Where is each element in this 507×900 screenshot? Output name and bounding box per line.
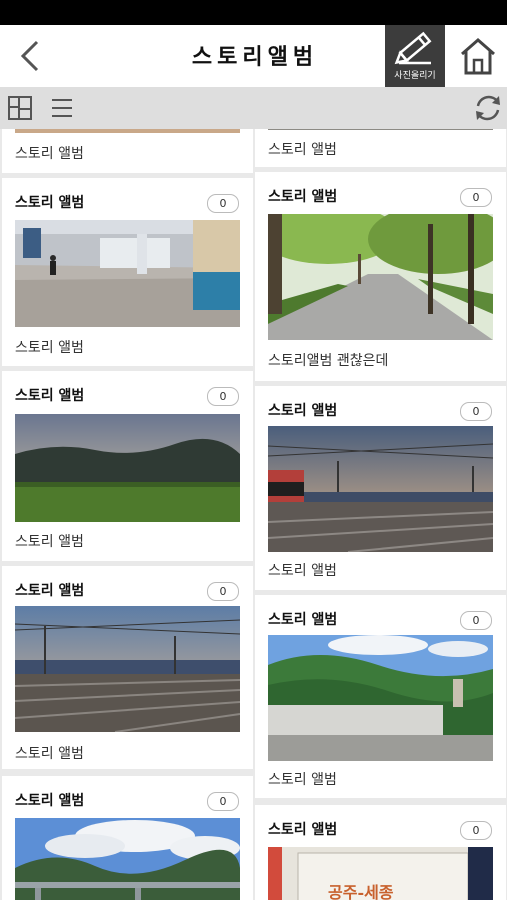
photo-thumbnail[interactable] (15, 606, 240, 732)
album-card[interactable]: 스토리 앨범 0 공주-세종 (255, 805, 506, 900)
photo-thumbnail[interactable] (15, 414, 240, 522)
list-view-icon (52, 99, 72, 117)
album-card[interactable]: 스토리 앨범 (2, 129, 253, 173)
grid-view-button[interactable] (7, 95, 33, 121)
album-feed[interactable]: 스토리 앨범 스토리 앨범 0 스토리 앨범 스토리 앨범 0 스토리 앨범 스… (0, 129, 507, 900)
list-view-button[interactable] (49, 95, 75, 121)
card-caption: 스토리 앨범 (15, 146, 84, 162)
photo-thumbnail[interactable] (15, 818, 240, 900)
view-toolbar (0, 87, 507, 129)
card-title: 스토리 앨범 (268, 403, 338, 419)
photo-thumbnail[interactable] (15, 129, 240, 133)
card-caption: 스토리 앨범 (15, 746, 84, 762)
refresh-button[interactable] (472, 92, 504, 124)
card-caption: 스토리 앨범 (15, 534, 84, 550)
card-title: 스토리 앨범 (15, 793, 85, 809)
comment-count-badge: 0 (207, 194, 239, 213)
card-caption: 스토리 앨범 (15, 340, 84, 356)
album-card[interactable]: 스토리 앨범 0 (2, 566, 253, 769)
comment-count-badge: 0 (207, 792, 239, 811)
page-title: 스토리앨범 (191, 45, 319, 70)
card-title: 스토리 앨범 (268, 612, 338, 628)
card-title: 스토리 앨범 (268, 822, 338, 838)
photo-banner-text: 공주-세종 (328, 883, 394, 900)
status-bar (0, 0, 507, 25)
album-card[interactable]: 스토리 앨범 0 (2, 776, 253, 900)
card-title: 스토리 앨범 (268, 189, 338, 205)
photo-thumbnail[interactable] (268, 129, 493, 130)
album-card[interactable]: 스토리 앨범 0 (255, 386, 506, 590)
chevron-left-icon (20, 40, 39, 72)
home-icon (461, 38, 495, 75)
card-title: 스토리 앨범 (15, 388, 85, 404)
card-title: 스토리 앨범 (15, 195, 85, 211)
home-button[interactable] (449, 25, 507, 87)
upload-photo-label: 사진올리기 (394, 71, 436, 81)
comment-count-badge: 0 (460, 402, 492, 421)
album-card[interactable]: 스토리 앨범 0 스토리앨범 괜찮은데 (255, 172, 506, 381)
comment-count-badge: 0 (207, 582, 239, 601)
card-caption: 스토리앨범 괜찮은데 (268, 353, 389, 369)
album-card[interactable]: 스토리 앨범 0 스토리 앨범 (2, 178, 253, 366)
pencil-icon (394, 31, 432, 65)
card-caption: 스토리 앨범 (268, 142, 337, 158)
card-title: 스토리 앨범 (15, 583, 85, 599)
comment-count-badge: 0 (460, 188, 492, 207)
app-header: 스토리앨범 사진올리기 (0, 25, 507, 87)
photo-thumbnail[interactable] (268, 635, 493, 761)
comment-count-badge: 0 (207, 387, 239, 406)
album-card[interactable]: 스토리 앨범 0 스토리 앨범 (2, 371, 253, 561)
comment-count-badge: 0 (460, 821, 492, 840)
album-card[interactable]: 스토리 앨범 (255, 129, 506, 167)
album-card[interactable]: 스토리 앨범 0 스토리 앨범 (255, 595, 506, 798)
photo-thumbnail[interactable] (15, 220, 240, 327)
upload-photo-button[interactable]: 사진올리기 (385, 25, 445, 87)
photo-thumbnail[interactable] (268, 214, 493, 340)
grid-view-icon (8, 96, 32, 120)
photo-thumbnail[interactable]: 공주-세종 (268, 847, 493, 900)
back-button[interactable] (8, 33, 52, 79)
comment-count-badge: 0 (460, 611, 492, 630)
card-caption: 스토리 앨범 (268, 563, 337, 579)
refresh-icon (476, 95, 500, 121)
photo-thumbnail[interactable] (268, 426, 493, 552)
card-caption: 스토리 앨범 (268, 772, 337, 788)
